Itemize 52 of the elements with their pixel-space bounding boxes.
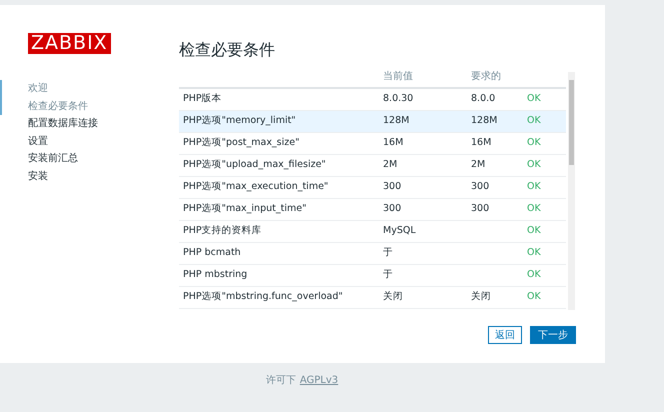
license-text: 许可下 [266, 374, 296, 388]
status-text: OK [527, 247, 541, 258]
table-cell: PHP版本 [183, 93, 222, 104]
status-text: OK [527, 269, 541, 280]
table-cell: 300 [471, 181, 490, 192]
table-cell: 8.0.0 [471, 93, 496, 104]
status-text: OK [527, 159, 541, 170]
step-item: 配置数据库连接 [28, 116, 98, 132]
status-text: OK [527, 291, 541, 302]
step-item: 欢迎 [28, 82, 48, 96]
table-cell: 300 [383, 203, 402, 214]
step-item: 检查必要条件 [28, 100, 88, 114]
table-cell: 300 [383, 181, 402, 192]
status-text: OK [527, 225, 541, 236]
next-button[interactable]: 下一步 [530, 326, 576, 344]
table-cell: PHP选项"post_max_size" [183, 137, 300, 148]
table-cell: PHP选项"mbstring.func_overload" [183, 291, 343, 302]
table-cell: MySQL [383, 225, 416, 236]
step-item: 安装 [28, 170, 48, 184]
table-cell: 128M [471, 115, 498, 126]
table-cell: 2M [471, 159, 486, 170]
column-header: 要求的 [470, 70, 502, 84]
status-text: OK [527, 115, 541, 126]
table-cell: PHP mbstring [183, 269, 248, 280]
table-cell: PHP选项"max_execution_time" [183, 181, 328, 192]
page-title: 检查必要条件 [179, 40, 276, 60]
table-cell: PHP选项"max_input_time" [183, 203, 306, 214]
table-cell: 于 [383, 247, 393, 258]
table-cell: 关闭 [471, 291, 491, 302]
logo: ZABBIX [28, 33, 111, 54]
table-cell: 关闭 [383, 291, 403, 302]
column-header: 当前值 [382, 70, 414, 84]
status-text: OK [527, 181, 541, 192]
license-link[interactable]: AGPLv3 [300, 373, 338, 388]
status-text: OK [527, 137, 541, 148]
table-cell: 16M [471, 137, 492, 148]
table-cell: 2M [383, 159, 398, 170]
table-cell: 16M [383, 137, 404, 148]
status-text: OK [527, 93, 541, 104]
table-cell: 于 [383, 269, 393, 280]
table-cell: PHP选项"memory_limit" [183, 115, 296, 126]
status-text: OK [527, 203, 541, 214]
step-item: 设置 [28, 134, 48, 149]
scrollbar[interactable] [568, 72, 575, 310]
table-cell: PHP选项"upload_max_filesize" [183, 159, 326, 170]
table-cell: 128M [383, 115, 410, 126]
back-button[interactable]: 返回 [488, 326, 522, 344]
table-cell: PHP支持的资料库 [183, 225, 262, 236]
table-cell: PHP bcmath [183, 247, 241, 258]
step-item: 安装前汇总 [28, 152, 78, 166]
table-cell: 300 [471, 203, 490, 214]
table-cell: 8.0.30 [383, 93, 414, 104]
